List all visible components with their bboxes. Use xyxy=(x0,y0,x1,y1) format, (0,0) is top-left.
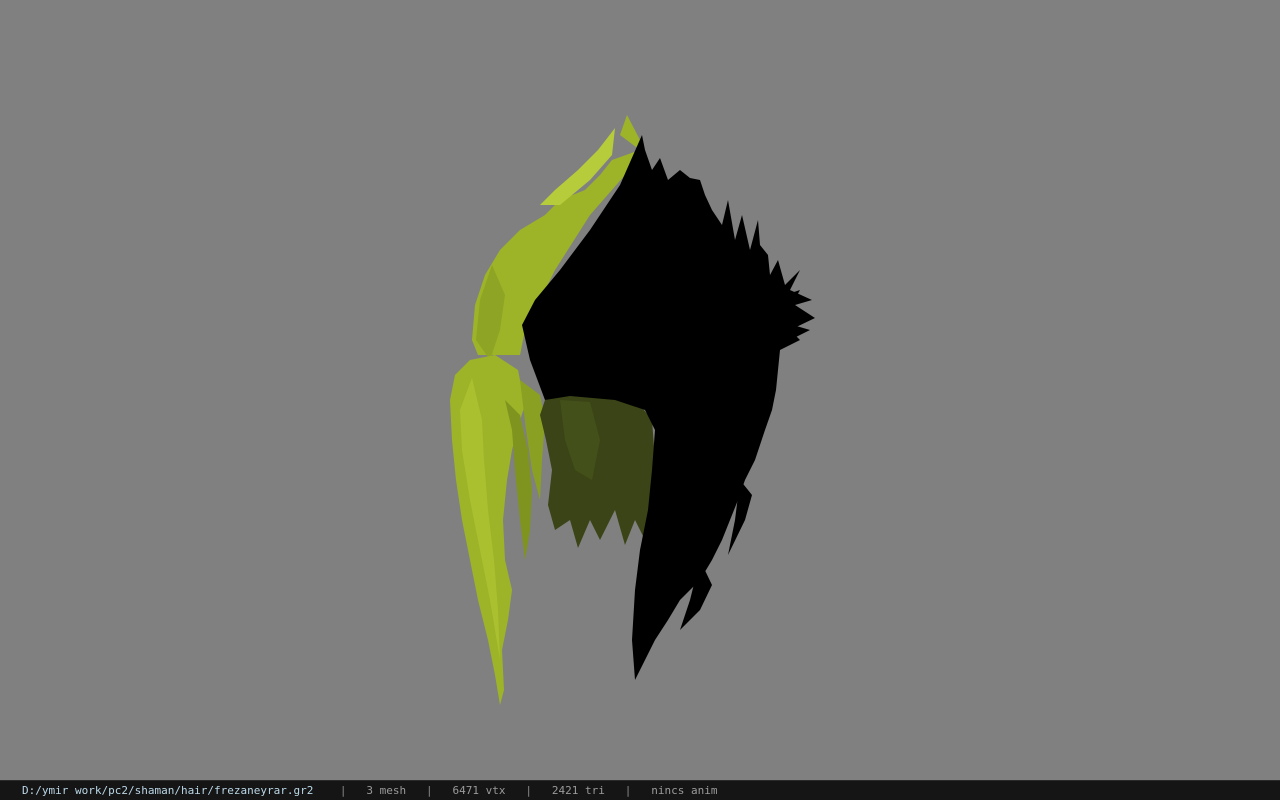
status-separator: | xyxy=(525,784,533,797)
status-bar: D:/ymir work/pc2/shaman/hair/frezaneyrar… xyxy=(0,780,1280,800)
mesh-count-label: 3 mesh xyxy=(366,784,407,797)
triangle-count-label: 2421 tri xyxy=(551,784,605,797)
hair-shadow-inner xyxy=(540,395,655,548)
3d-viewport[interactable] xyxy=(0,0,1280,780)
status-separator: | xyxy=(426,784,433,797)
animation-status-label: nincs anim xyxy=(651,784,718,797)
status-separator: | xyxy=(624,784,632,797)
file-path-label: D:/ymir work/pc2/shaman/hair/frezaneyrar… xyxy=(22,784,314,797)
vertex-count-label: 6471 vtx xyxy=(452,784,506,797)
hair-model-render xyxy=(450,115,815,705)
status-separator: | xyxy=(339,784,347,797)
